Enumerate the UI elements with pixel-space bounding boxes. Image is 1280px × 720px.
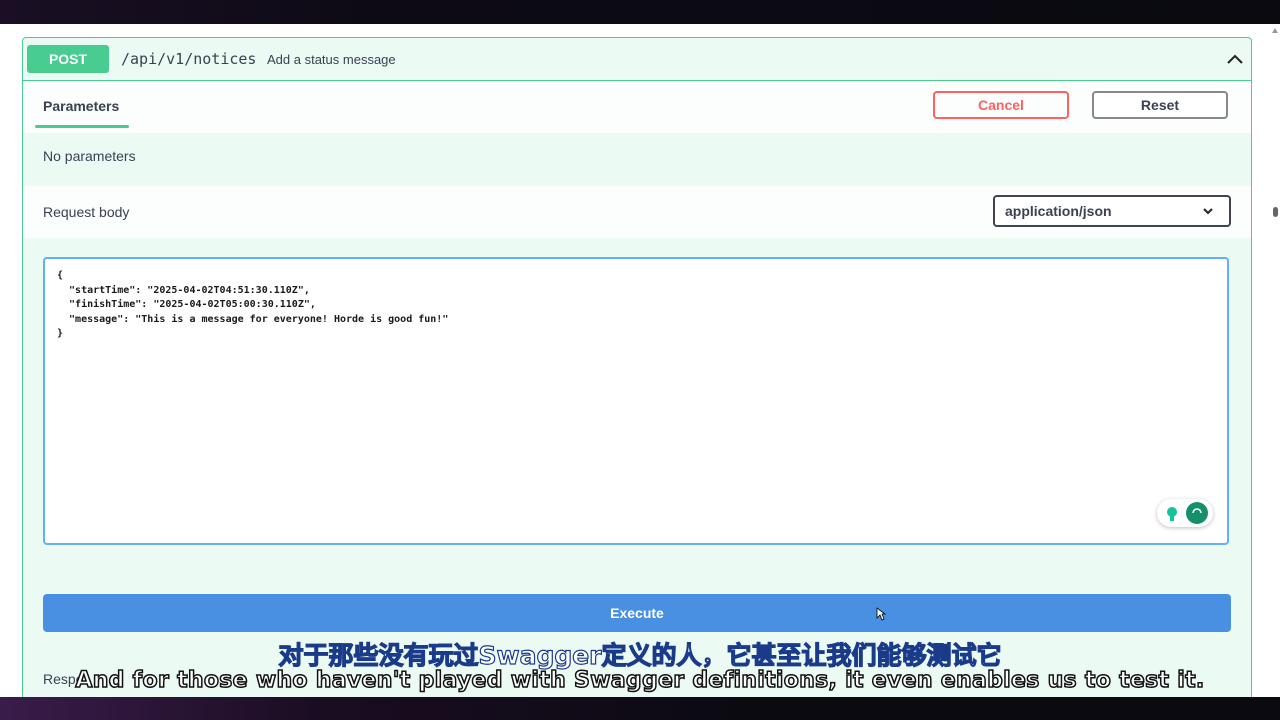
execute-button[interactable]: Execute [43,594,1231,632]
tab-parameters[interactable]: Parameters [43,98,119,114]
http-method-badge: POST [27,45,109,73]
subtitle-chinese: 对于那些没有玩过Swagger定义的人，它甚至让我们能够测试它 [278,640,1002,670]
operation-summary[interactable]: POST /api/v1/notices Add a status messag… [23,38,1251,81]
content-type-value: application/json [1005,203,1112,219]
chevron-up-icon[interactable] [1223,48,1247,72]
operation-description: Add a status message [267,52,396,67]
reset-button[interactable]: Reset [1092,91,1228,119]
video-bottom-bar [0,697,1280,720]
content-type-select[interactable]: application/json [993,195,1231,227]
request-body-json[interactable]: { "startTime": "2025-04-02T04:51:30.110Z… [57,269,448,342]
swagger-page: POST /api/v1/notices Add a status messag… [0,24,1280,697]
video-top-bar [0,0,1280,24]
scroll-up-icon[interactable] [1272,28,1278,33]
request-body-header: Request body application/json [23,186,1251,238]
cancel-button[interactable]: Cancel [933,91,1069,119]
grammarly-icon[interactable] [1157,499,1213,527]
no-parameters-text: No parameters [43,148,136,164]
request-body-editor[interactable]: { "startTime": "2025-04-02T04:51:30.110Z… [43,257,1229,545]
page-scrollbar[interactable] [1271,24,1280,697]
parameters-header: Parameters Cancel Reset [23,81,1251,133]
operation-path: /api/v1/notices [121,50,257,68]
tab-active-indicator [35,125,129,128]
subtitle-english: And for those who haven't played with Sw… [75,667,1205,694]
scroll-thumb[interactable] [1273,207,1278,217]
chevron-down-icon [1203,208,1213,215]
request-body-label: Request body [43,204,130,220]
mouse-pointer-icon [876,607,886,621]
operation-block-post-notices: POST /api/v1/notices Add a status messag… [22,37,1252,697]
